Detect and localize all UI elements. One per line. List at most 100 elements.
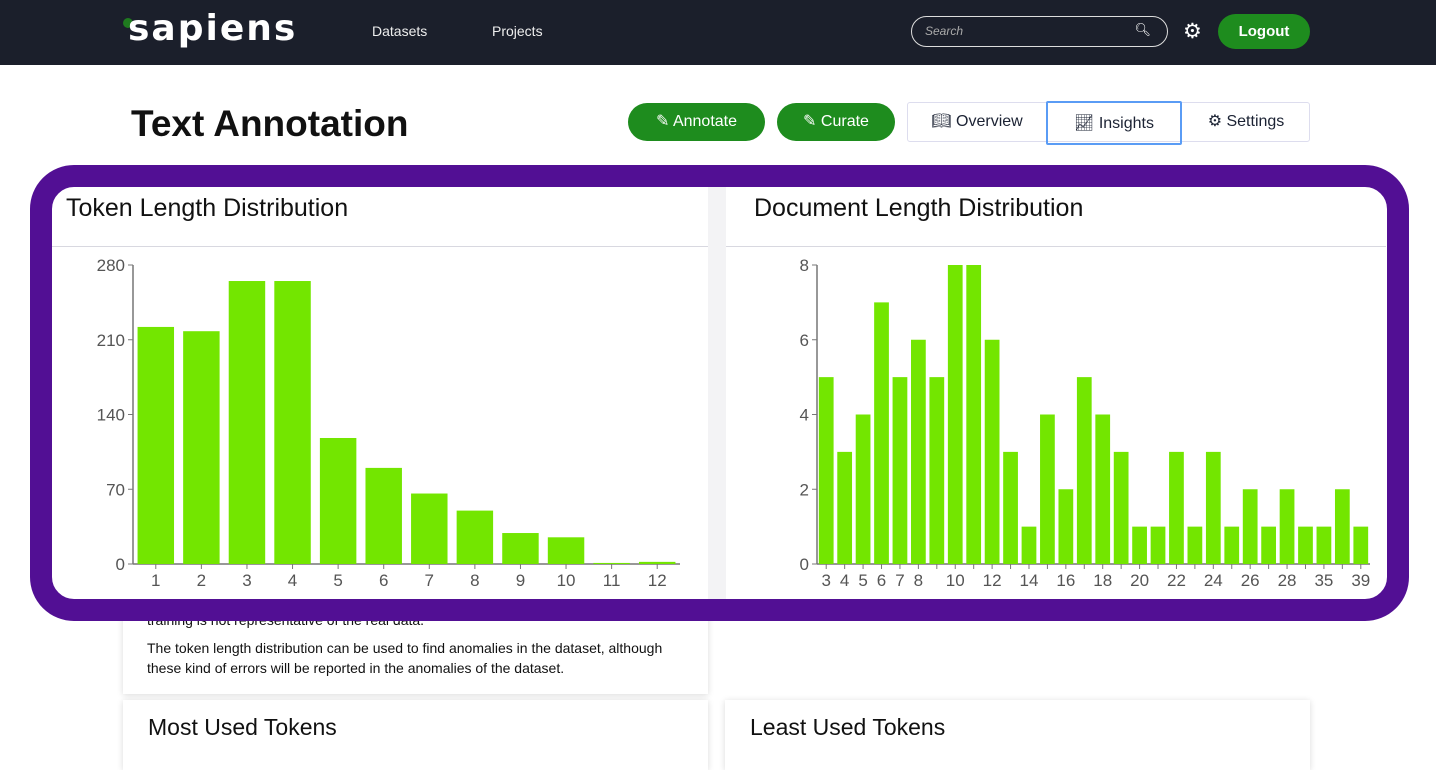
bar [1040, 414, 1055, 564]
tab-insights[interactable]: 📈︎ Insights [1046, 101, 1182, 145]
x-tick-label: 12 [983, 571, 1002, 590]
y-tick-label: 70 [106, 480, 125, 499]
tab-overview[interactable]: 📖︎ Overview [908, 103, 1046, 141]
tab-label: Insights [1098, 115, 1154, 132]
y-tick-label: 210 [97, 331, 125, 350]
x-tick-label: 12 [648, 571, 667, 590]
bar [966, 265, 982, 564]
x-tick-label: 39 [1351, 571, 1370, 590]
x-tick-label: 22 [1167, 571, 1186, 590]
curate-label: Curate [820, 113, 869, 130]
token-chart-title: Token Length Distribution [66, 194, 349, 222]
x-tick-label: 2 [197, 571, 206, 590]
bar [1334, 489, 1350, 564]
bar [456, 510, 494, 564]
tab-label: Overview [956, 113, 1023, 130]
x-tick-label: 5 [858, 571, 867, 590]
x-tick-label: 35 [1314, 571, 1333, 590]
bar [1113, 451, 1129, 564]
bar [274, 281, 311, 564]
document-length-chart: 024683 4 5 6 7 8 10 12 14 16 18 20 22 24 26 28 35 39 [800, 256, 1371, 590]
y-tick-label: 8 [800, 256, 809, 275]
x-tick-label: 8 [470, 571, 479, 590]
bar [228, 281, 266, 564]
x-tick-label: 3 [242, 571, 251, 590]
curate-button[interactable]: ✎ Curate [777, 103, 895, 141]
bar [1261, 526, 1276, 564]
bar [1187, 526, 1203, 564]
view-tabs: 📖︎ Overview 📈︎ Insights ⚙ Settings [907, 101, 1310, 145]
bar [855, 414, 871, 564]
bar [1076, 377, 1092, 564]
y-tick-label: 0 [800, 555, 809, 574]
y-tick-label: 0 [116, 555, 125, 574]
nav-datasets[interactable]: Datasets [372, 23, 427, 39]
y-tick-label: 140 [97, 406, 125, 425]
gear-icon: ⚙ [1207, 113, 1223, 130]
bar [1242, 489, 1258, 564]
book-icon: 📖︎ [931, 113, 952, 130]
tab-settings[interactable]: ⚙ Settings [1182, 103, 1310, 141]
top-navbar: sapiens Datasets Projects 🔍︎ ⚙ Logout [0, 0, 1436, 65]
bar [593, 562, 630, 564]
x-tick-label: 26 [1241, 571, 1260, 590]
x-tick-label: 7 [425, 571, 434, 590]
bar [947, 265, 963, 564]
bar [1279, 489, 1295, 564]
x-tick-label: 24 [1204, 571, 1223, 590]
x-tick-label: 8 [914, 571, 923, 590]
bar [411, 493, 448, 564]
divider [52, 246, 708, 247]
x-tick-label: 18 [1093, 571, 1112, 590]
x-tick-label: 16 [1056, 571, 1075, 590]
x-tick-label: 4 [288, 571, 297, 590]
most-used-title: Most Used Tokens [148, 714, 337, 740]
pencil-icon: ✎ [803, 113, 817, 130]
x-tick-label: 9 [516, 571, 525, 590]
token-info-partial: training is not representative of the re… [147, 612, 425, 628]
x-tick-label: 14 [1020, 571, 1039, 590]
bar [874, 302, 889, 564]
bar [818, 377, 834, 564]
y-tick-label: 280 [97, 256, 125, 275]
x-tick-label: 10 [946, 571, 965, 590]
x-tick-label: 7 [895, 571, 904, 590]
bar [911, 339, 926, 564]
search-box[interactable]: 🔍︎ [911, 16, 1168, 47]
logout-button[interactable]: Logout [1218, 14, 1310, 49]
bar [1021, 526, 1037, 564]
bar [892, 377, 908, 564]
bar [638, 561, 676, 564]
x-tick-label: 6 [877, 571, 886, 590]
y-tick-label: 4 [800, 406, 809, 425]
bar [1150, 526, 1166, 564]
bar [1003, 451, 1018, 564]
bar [365, 467, 402, 564]
bar [929, 377, 945, 564]
chart-line-icon: 📈︎ [1074, 115, 1095, 132]
bar [1224, 526, 1240, 564]
search-input[interactable] [925, 24, 1125, 38]
gear-icon[interactable]: ⚙ [1183, 19, 1202, 44]
bar [547, 537, 585, 564]
x-tick-label: 20 [1130, 571, 1149, 590]
logo[interactable]: sapiens [128, 8, 297, 49]
bar [1095, 414, 1111, 564]
bar [1316, 526, 1332, 564]
nav-projects[interactable]: Projects [492, 23, 543, 39]
search-icon[interactable]: 🔍︎ [1134, 22, 1151, 38]
least-used-title: Least Used Tokens [750, 714, 946, 740]
x-tick-label: 11 [603, 571, 621, 590]
bar [1298, 526, 1313, 564]
tab-label: Settings [1226, 113, 1285, 130]
divider [726, 246, 1386, 247]
bar [319, 437, 357, 564]
token-length-chart: 0701402102801 2 3 4 5 6 7 8 9 10 11 12 [97, 256, 680, 590]
page-title: Text Annotation [131, 103, 409, 144]
x-tick-label: 10 [557, 571, 576, 590]
bar [1205, 451, 1221, 564]
bar [1169, 451, 1184, 564]
x-tick-label: 3 [821, 571, 830, 590]
x-tick-label: 1 [151, 571, 160, 590]
annotate-button[interactable]: ✎ Annotate [628, 103, 765, 141]
